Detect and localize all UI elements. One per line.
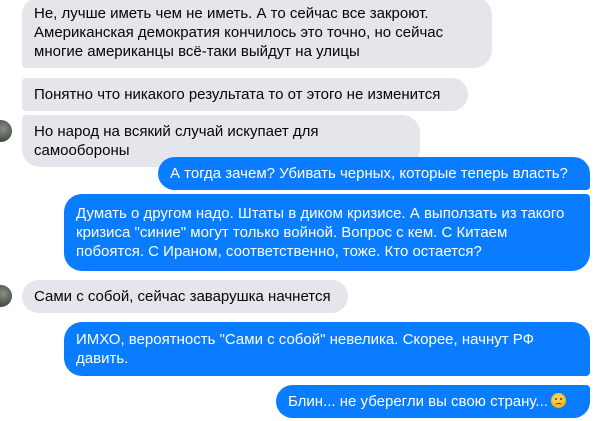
message-text: А тогда зачем? Убивать черных, которые т… [170,165,568,182]
message-text: Сами с собой, сейчас заварушка начнется [34,288,331,305]
message-bubble-outgoing[interactable]: Думать о другом надо. Штаты в диком криз… [64,194,590,271]
contact-avatar[interactable] [0,120,12,142]
message-bubble-outgoing[interactable]: А тогда зачем? Убивать черных, которые т… [158,157,590,190]
message-bubble-outgoing[interactable]: ИМХО, вероятность "Сами с собой" невелик… [64,322,590,376]
disappointed-face-icon [550,393,566,408]
message-text: Понятно что никакого результата то от эт… [34,86,441,103]
message-bubble-incoming[interactable]: Сами с собой, сейчас заварушка начнется [22,280,348,313]
message-text: Блин... не уберегли вы свою страну... [288,393,548,410]
message-bubble-incoming[interactable]: Понятно что никакого результата то от эт… [22,78,468,111]
message-text: Думать о другом надо. Штаты в диком криз… [76,205,565,260]
message-text: ИМХО, вероятность "Сами с собой" невелик… [76,331,535,367]
contact-avatar[interactable] [0,285,12,307]
message-bubble-incoming[interactable]: Не, лучше иметь чем не иметь. А то сейча… [22,0,492,68]
message-text: Но народ на всякий случай искупает для с… [34,123,319,159]
message-text: Не, лучше иметь чем не иметь. А то сейча… [34,5,444,60]
message-bubble-outgoing[interactable]: Блин... не уберегли вы свою страну... [276,385,590,418]
